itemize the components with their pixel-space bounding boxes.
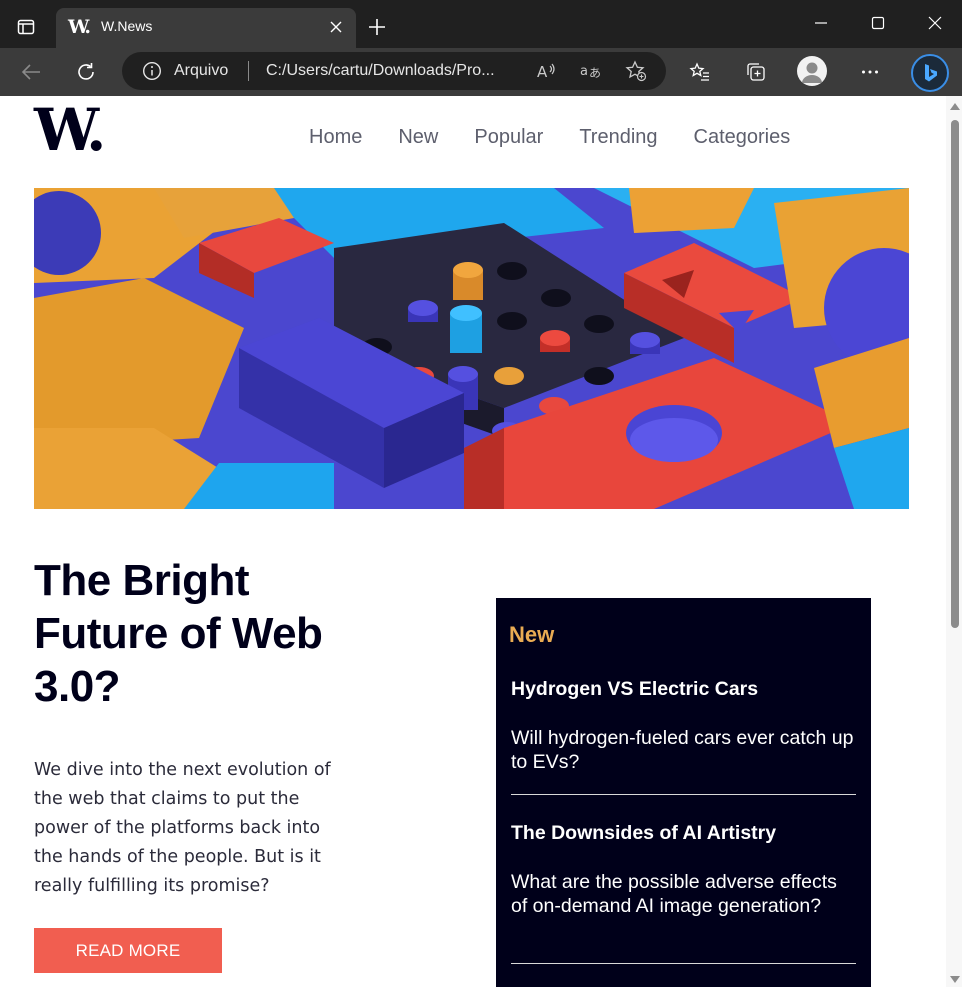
site-logo[interactable]: W. [34,98,106,162]
browser-titlebar: W. W.News [0,0,962,48]
plus-icon[interactable] [364,14,390,40]
hero-image [34,188,909,509]
nav-popular[interactable]: Popular [474,126,543,149]
minimize-icon[interactable] [801,8,841,38]
news-item-description: What are the possible adverse effects of… [511,871,837,917]
news-item-title[interactable]: Hydrogen VS Electric Cars [511,678,856,701]
svg-text:a: a [580,64,588,79]
close-window-icon[interactable] [915,8,955,38]
news-item[interactable]: The Downsides of AI Artistry What are th… [511,822,856,918]
read-aloud-icon[interactable]: A [534,59,558,83]
address-url[interactable]: C:/Users/cartu/Downloads/Pro... [266,62,495,80]
profile-icon[interactable] [797,56,827,86]
collections-icon[interactable] [740,56,772,88]
tab-actions-icon[interactable] [8,10,44,44]
page-scrollbar[interactable] [946,96,962,987]
nav-new[interactable]: New [398,126,438,149]
more-icon[interactable] [854,56,886,88]
new-articles-panel: New Hydrogen VS Electric Cars Will hydro… [496,598,871,987]
add-favorite-icon[interactable] [624,59,648,83]
article-lede: We dive into the next evolution of the w… [34,760,331,896]
news-item[interactable]: Hydrogen VS Electric Cars Will hydrogen-… [511,678,856,774]
address-separator [248,61,249,81]
back-arrow-icon[interactable] [15,56,47,88]
tab-title: W.News [101,18,153,34]
news-divider [511,794,856,795]
nav-categories[interactable]: Categories [694,126,791,149]
news-item-description: Will hydrogen-fueled cars ever catch up … [511,727,854,773]
news-divider [511,963,856,964]
main-nav: Home New Popular Trending Categories [309,126,826,149]
scroll-thumb[interactable] [951,120,959,628]
nav-trending[interactable]: Trending [579,126,657,149]
browser-toolbar: Arquivo C:/Users/cartu/Downloads/Pro... … [0,48,962,96]
maximize-icon[interactable] [858,8,898,38]
refresh-icon[interactable] [70,56,102,88]
nav-home[interactable]: Home [309,126,362,149]
page-viewport: W. Home New Popular Trending Categories [0,96,962,987]
read-more-button[interactable]: READ MORE [34,928,222,973]
news-item-title[interactable]: The Downsides of AI Artistry [511,822,856,845]
address-scheme-label: Arquivo [174,62,229,79]
browser-tab[interactable]: W. W.News [56,8,356,48]
tab-favicon: W. [68,16,91,38]
bing-icon[interactable] [911,54,949,92]
svg-text:あ: あ [589,66,601,80]
close-icon[interactable] [326,17,346,37]
translate-icon[interactable]: aあ [578,59,602,83]
svg-text:A: A [537,63,548,81]
new-panel-heading: New [509,622,555,647]
favorites-icon[interactable] [684,56,716,88]
address-bar[interactable]: Arquivo C:/Users/cartu/Downloads/Pro... … [122,52,666,90]
scroll-up-arrow-icon[interactable] [950,103,960,110]
scroll-down-arrow-icon[interactable] [950,976,960,983]
info-icon[interactable] [142,61,162,86]
article-headline: The Bright Future of Web 3.0? [34,556,323,711]
